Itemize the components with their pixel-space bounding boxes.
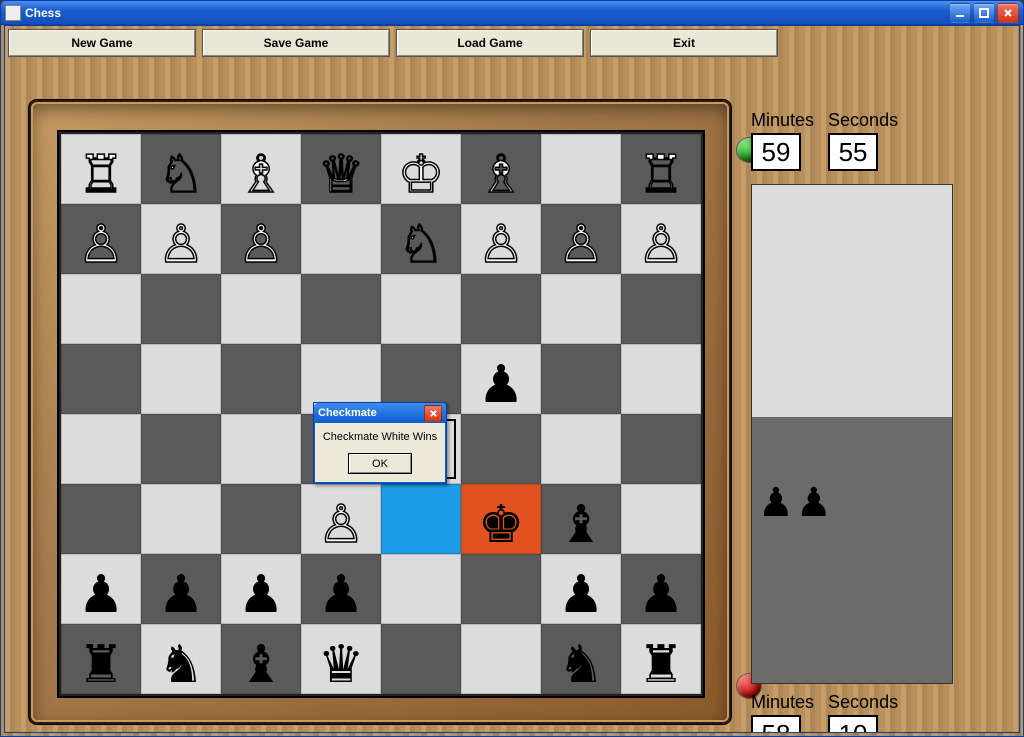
white-pawn-piece[interactable]: ♙ — [78, 213, 125, 265]
board-square[interactable]: ♛ — [301, 624, 381, 694]
black-queen-piece[interactable]: ♛ — [318, 633, 365, 685]
board-square[interactable] — [141, 414, 221, 484]
black-rook-piece[interactable]: ♜ — [638, 633, 685, 685]
dialog-titlebar[interactable]: Checkmate — [314, 403, 446, 423]
new-game-button[interactable]: New Game — [9, 30, 195, 56]
board-square[interactable]: ♙ — [621, 204, 701, 274]
board-square[interactable] — [381, 554, 461, 624]
main-area: ♖♘♗♕♔♗♖♙♙♙♘♙♙♙♟♙♙♚♝♟♟♟♟♟♟♜♞♝♛♞♜ Minutes … — [5, 60, 1019, 732]
board-square[interactable]: ♙ — [541, 204, 621, 274]
dialog-message: Checkmate White Wins — [321, 431, 439, 443]
minutes-label: Minutes — [751, 110, 814, 131]
captured-black-pawn-piece: ♟ — [796, 457, 832, 539]
board-square[interactable] — [141, 274, 221, 344]
board-square[interactable]: ♕ — [301, 134, 381, 204]
board-square[interactable]: ♚ — [461, 484, 541, 554]
dialog-body: Checkmate White Wins OK — [314, 423, 446, 483]
side-panel: Minutes 59 Seconds 55 ♟♟ Minutes 58 — [743, 94, 1003, 732]
board-square[interactable] — [301, 274, 381, 344]
white-clock: Minutes 59 Seconds 55 — [751, 110, 898, 171]
close-button[interactable] — [997, 3, 1019, 23]
black-pawn-piece[interactable]: ♟ — [478, 353, 525, 405]
white-knight-piece[interactable]: ♘ — [398, 213, 445, 265]
board-square[interactable] — [621, 414, 701, 484]
board-square[interactable] — [541, 344, 621, 414]
board-square[interactable]: ♙ — [61, 204, 141, 274]
exit-button[interactable]: Exit — [591, 30, 777, 56]
white-pawn-piece[interactable]: ♙ — [638, 213, 685, 265]
seconds-label: Seconds — [828, 110, 898, 131]
black-minutes-value: 58 — [751, 715, 801, 733]
board-square[interactable]: ♞ — [541, 624, 621, 694]
main-window: Chess New Game Save Game Load Game Exit … — [0, 0, 1024, 737]
board-square[interactable] — [221, 274, 301, 344]
window-title: Chess — [25, 6, 61, 20]
white-minutes-value: 59 — [751, 133, 801, 171]
board-square[interactable] — [61, 414, 141, 484]
board-square[interactable] — [461, 624, 541, 694]
board-square[interactable]: ♙ — [141, 204, 221, 274]
board-square[interactable] — [621, 344, 701, 414]
minimize-button[interactable] — [949, 3, 971, 23]
board-square[interactable] — [381, 484, 461, 554]
board-square[interactable]: ♙ — [221, 204, 301, 274]
dialog-ok-button[interactable]: OK — [348, 453, 412, 474]
captured-panel: ♟♟ — [751, 184, 953, 684]
board-square[interactable] — [221, 344, 301, 414]
white-queen-piece[interactable]: ♕ — [318, 143, 365, 195]
seconds-label: Seconds — [828, 692, 898, 713]
minutes-label: Minutes — [751, 692, 814, 713]
white-pawn-piece[interactable]: ♙ — [558, 213, 605, 265]
white-pawn-piece[interactable]: ♙ — [238, 213, 285, 265]
board-square[interactable] — [301, 204, 381, 274]
save-game-button[interactable]: Save Game — [203, 30, 389, 56]
black-seconds-value: 10 — [828, 715, 878, 733]
board-square[interactable]: ♟ — [461, 344, 541, 414]
captured-by-white — [752, 185, 952, 417]
load-game-button[interactable]: Load Game — [397, 30, 583, 56]
board-square[interactable] — [381, 274, 461, 344]
board-square[interactable]: ♞ — [141, 624, 221, 694]
app-icon — [5, 5, 21, 21]
black-bishop-piece[interactable]: ♝ — [238, 633, 285, 685]
board-square[interactable]: ♜ — [621, 624, 701, 694]
dialog-title: Checkmate — [318, 407, 377, 419]
board-square[interactable] — [541, 274, 621, 344]
white-seconds-value: 55 — [828, 133, 878, 171]
client-area: New Game Save Game Load Game Exit ♖♘♗♕♔♗… — [4, 25, 1020, 733]
board-square[interactable]: ♙ — [461, 204, 541, 274]
board-square[interactable] — [381, 624, 461, 694]
white-pawn-piece[interactable]: ♙ — [158, 213, 205, 265]
toolbar: New Game Save Game Load Game Exit — [5, 26, 1019, 60]
captured-black-pawn-piece: ♟ — [758, 457, 794, 539]
board-square[interactable] — [61, 344, 141, 414]
black-rook-piece[interactable]: ♜ — [78, 633, 125, 685]
board-square[interactable] — [141, 344, 221, 414]
black-clock: Minutes 58 Seconds 10 — [751, 692, 898, 733]
checkmate-dialog: Checkmate Checkmate White Wins OK — [313, 402, 447, 484]
black-knight-piece[interactable]: ♞ — [158, 633, 205, 685]
white-pawn-piece[interactable]: ♙ — [478, 213, 525, 265]
board-square[interactable] — [221, 414, 301, 484]
board-square[interactable] — [621, 274, 701, 344]
board-square[interactable]: ♘ — [381, 204, 461, 274]
black-king-piece[interactable]: ♚ — [478, 493, 525, 545]
board-square[interactable] — [461, 554, 541, 624]
captured-by-black: ♟♟ — [752, 417, 952, 683]
board-square[interactable]: ♝ — [221, 624, 301, 694]
board-square[interactable] — [61, 274, 141, 344]
board-square[interactable]: ♜ — [61, 624, 141, 694]
black-knight-piece[interactable]: ♞ — [558, 633, 605, 685]
maximize-button[interactable] — [973, 3, 995, 23]
dialog-close-button[interactable] — [424, 405, 442, 422]
titlebar[interactable]: Chess — [1, 1, 1023, 25]
